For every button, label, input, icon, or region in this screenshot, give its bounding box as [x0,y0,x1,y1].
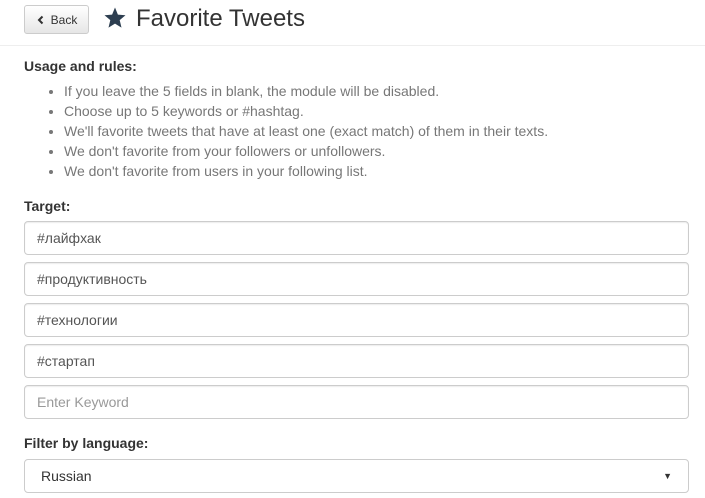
keyword-input-4[interactable] [24,344,689,378]
page-title: Favorite Tweets [136,5,305,32]
keyword-input-1[interactable] [24,221,689,255]
keyword-input-2[interactable] [24,262,689,296]
rule-item: If you leave the 5 fields in blank, the … [64,81,548,101]
keyword-input-5[interactable] [24,385,689,419]
language-select-value: Russian [41,468,92,484]
chevron-left-icon [36,15,46,25]
page-header: Back Favorite Tweets [0,0,705,46]
star-icon [103,6,127,30]
language-filter-heading: Filter by language: [24,435,149,451]
caret-down-icon: ▼ [663,471,672,481]
rule-item: We don't favorite from your followers or… [64,141,548,161]
usage-heading: Usage and rules: [24,58,137,74]
rule-item: We'll favorite tweets that have at least… [64,121,548,141]
back-button-label: Back [50,12,78,27]
rule-item: We don't favorite from users in your fol… [64,161,548,181]
back-button[interactable]: Back [24,5,89,34]
rules-list: If you leave the 5 fields in blank, the … [24,81,548,181]
language-select[interactable]: Russian ▼ [24,459,689,493]
target-heading: Target: [24,198,71,214]
rule-item: Choose up to 5 keywords or #hashtag. [64,101,548,121]
keyword-input-3[interactable] [24,303,689,337]
